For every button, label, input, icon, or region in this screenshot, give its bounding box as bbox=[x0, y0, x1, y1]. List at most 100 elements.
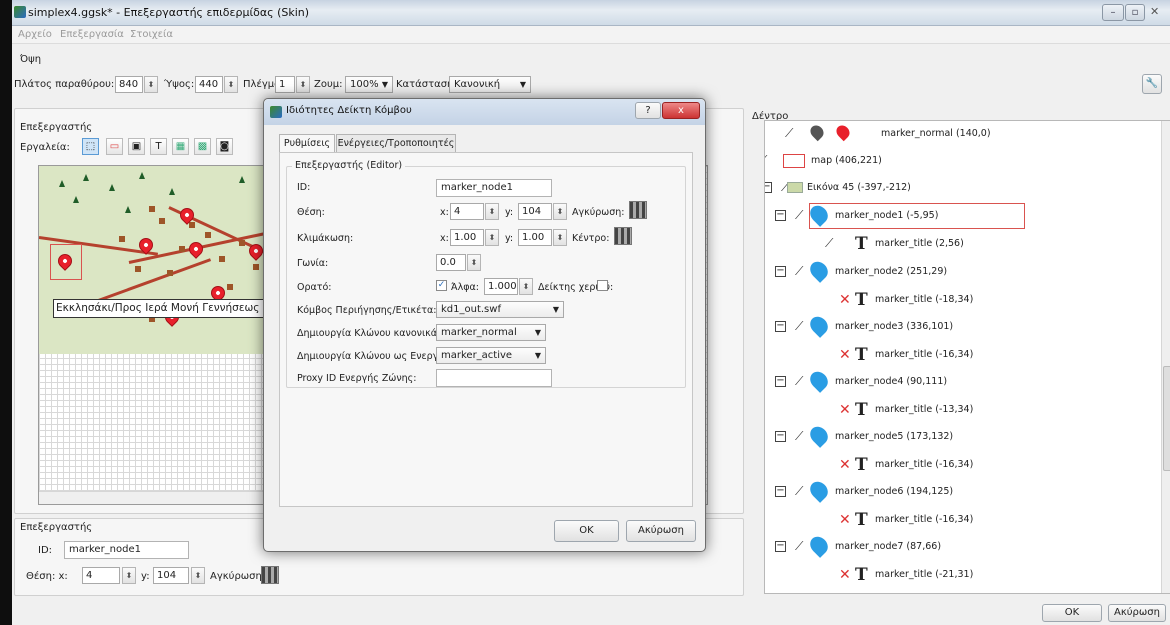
nav-select[interactable]: kd1_out.swf ▼ bbox=[436, 301, 564, 318]
tab-settings[interactable]: Ρυθμίσεις bbox=[279, 134, 335, 153]
container-tool-button[interactable]: ▣ bbox=[128, 138, 145, 155]
tree-item-title[interactable]: ✕ Tmarker_title (-13,34) bbox=[765, 401, 1160, 419]
bottom-y-input[interactable]: 104 bbox=[153, 567, 189, 584]
height-input[interactable]: 440 bbox=[195, 76, 223, 93]
clone-normal-select[interactable]: marker_normal ▼ bbox=[436, 324, 546, 341]
scale-x-input[interactable]: 1.00 bbox=[450, 229, 484, 246]
visibility-brush-icon[interactable]: ⟋ bbox=[795, 484, 803, 499]
position-x-stepper[interactable]: ⬍ bbox=[485, 203, 499, 220]
bottom-x-input[interactable]: 4 bbox=[82, 567, 120, 584]
zoom-select[interactable]: 100% ▼ bbox=[345, 76, 393, 93]
hidden-x-icon[interactable]: ✕ bbox=[839, 348, 851, 362]
height-stepper[interactable]: ⬍ bbox=[224, 76, 238, 93]
hidden-x-icon[interactable]: ✕ bbox=[839, 293, 851, 307]
hidden-x-icon[interactable]: ✕ bbox=[839, 458, 851, 472]
anchor-grid-icon[interactable] bbox=[261, 566, 279, 584]
menu-edit[interactable]: Επεξεργασία bbox=[60, 29, 124, 40]
center-grid-icon[interactable] bbox=[614, 227, 632, 245]
tree-item-node[interactable]: − ⟋ marker_node2 (251,29) bbox=[765, 258, 1160, 283]
scale-y-input[interactable]: 1.00 bbox=[518, 229, 552, 246]
position-x-input[interactable]: 4 bbox=[450, 203, 484, 220]
collapse-icon[interactable]: − bbox=[775, 376, 786, 387]
cancel-button[interactable]: Ακύρωση bbox=[1108, 604, 1166, 622]
tree-item-title[interactable]: ✕ Tmarker_title (-18,34) bbox=[765, 291, 1160, 309]
menu-file[interactable]: Αρχείο bbox=[18, 29, 52, 40]
tree-item-title[interactable]: ✕ Tmarker_title (-16,34) bbox=[765, 346, 1160, 364]
alpha-stepper[interactable]: ⬍ bbox=[519, 278, 533, 295]
position-y-stepper[interactable]: ⬍ bbox=[553, 203, 567, 220]
id-input[interactable]: marker_node1 bbox=[436, 179, 552, 197]
bottom-y-stepper[interactable]: ⬍ bbox=[191, 567, 205, 584]
tree-scrollbar[interactable] bbox=[1161, 121, 1170, 593]
anchor-grid-icon[interactable] bbox=[629, 201, 647, 219]
visibility-brush-icon[interactable]: ⟋ bbox=[795, 429, 803, 444]
visibility-brush-icon[interactable]: ⟋ bbox=[825, 236, 833, 251]
tree-item-node[interactable]: − ⟋ marker_node7 (87,66) bbox=[765, 533, 1160, 558]
dialog-close-button[interactable]: x bbox=[662, 102, 700, 119]
visibility-brush-icon[interactable]: ⟋ bbox=[785, 126, 793, 141]
collapse-icon[interactable]: − bbox=[775, 321, 786, 332]
visibility-brush-icon[interactable]: ⟋ bbox=[795, 374, 803, 389]
hidden-x-icon[interactable]: ✕ bbox=[839, 568, 851, 582]
grid-input[interactable]: 1 bbox=[275, 76, 295, 93]
tree-item-node[interactable]: − ⟋ marker_node5 (173,132) bbox=[765, 423, 1160, 448]
rect-tool-button[interactable]: ▭ bbox=[106, 138, 123, 155]
scale-x-stepper[interactable]: ⬍ bbox=[485, 229, 499, 246]
dialog-cancel-button[interactable]: Ακύρωση bbox=[626, 520, 696, 542]
collapse-icon[interactable]: − bbox=[775, 541, 786, 552]
minimize-button[interactable]: – bbox=[1102, 4, 1124, 21]
tree-item-node[interactable]: − ⟋ marker_node6 (194,125) bbox=[765, 478, 1160, 503]
tab-actions[interactable]: Ενέργειες/Τροποποιητές bbox=[336, 134, 456, 153]
proxy-input[interactable] bbox=[436, 369, 552, 387]
angle-stepper[interactable]: ⬍ bbox=[467, 254, 481, 271]
select-tool-button[interactable]: ⬚ bbox=[82, 138, 99, 155]
tree-item-node[interactable]: − ⟋ marker_node3 (336,101) bbox=[765, 313, 1160, 338]
tree-item-title[interactable]: ⟋ Tmarker_title (2,56) bbox=[765, 235, 1160, 253]
tree-item-title[interactable]: ✕ Tmarker_title (-16,34) bbox=[765, 456, 1160, 474]
collapse-icon[interactable]: − bbox=[775, 210, 786, 221]
text-tool-button[interactable]: T bbox=[150, 138, 167, 155]
map-tool-button[interactable]: ▩ bbox=[194, 138, 211, 155]
media-tool-button[interactable]: ◙ bbox=[216, 138, 233, 155]
mode-select[interactable]: Κανονική ▼ bbox=[449, 76, 531, 93]
scale-y-stepper[interactable]: ⬍ bbox=[553, 229, 567, 246]
alpha-input[interactable]: 1.000 bbox=[484, 278, 518, 295]
width-stepper[interactable]: ⬍ bbox=[144, 76, 158, 93]
visibility-brush-icon[interactable]: ⟋ bbox=[765, 153, 767, 168]
collapse-icon[interactable]: − bbox=[775, 431, 786, 442]
tree-item-title[interactable]: ✕ Tmarker_title (-16,34) bbox=[765, 511, 1160, 529]
collapse-icon[interactable]: − bbox=[775, 266, 786, 277]
tree-item[interactable]: ⟋ marker_normal (140,0) bbox=[765, 122, 1160, 143]
clone-active-select[interactable]: marker_active ▼ bbox=[436, 347, 546, 364]
dialog-ok-button[interactable]: OK bbox=[554, 520, 619, 542]
hand-cursor-checkbox[interactable] bbox=[597, 280, 608, 291]
map-marker-3[interactable] bbox=[186, 239, 206, 259]
collapse-icon[interactable]: − bbox=[775, 486, 786, 497]
hidden-x-icon[interactable]: ✕ bbox=[839, 513, 851, 527]
maximize-button[interactable]: ▫ bbox=[1125, 4, 1145, 21]
tree-item-node[interactable]: − ⟋ marker_node4 (90,111) bbox=[765, 368, 1160, 393]
tree-item-title[interactable]: ✕ Tmarker_title (-21,31) bbox=[765, 566, 1160, 584]
tree-scrollbar-thumb[interactable] bbox=[1163, 366, 1170, 471]
visibility-brush-icon[interactable]: ⟋ bbox=[795, 319, 803, 334]
visibility-brush-icon[interactable]: ⟋ bbox=[795, 539, 803, 554]
collapse-icon[interactable]: − bbox=[765, 182, 772, 193]
wrench-icon[interactable]: 🔧 bbox=[1142, 74, 1162, 94]
width-input[interactable]: 840 bbox=[115, 76, 143, 93]
ok-button[interactable]: OK bbox=[1042, 604, 1102, 622]
angle-input[interactable]: 0.0 bbox=[436, 254, 466, 271]
hidden-x-icon[interactable]: ✕ bbox=[839, 403, 851, 417]
grid-stepper[interactable]: ⬍ bbox=[296, 76, 310, 93]
bottom-x-stepper[interactable]: ⬍ bbox=[122, 567, 136, 584]
image-tool-button[interactable]: ▦ bbox=[172, 138, 189, 155]
visibility-brush-icon[interactable]: ⟋ bbox=[795, 264, 803, 279]
close-icon[interactable]: ✕ bbox=[1150, 5, 1159, 18]
tree-item[interactable]: −⟋Εικόνα 45 (-397,-212) bbox=[765, 179, 1160, 197]
help-button[interactable]: ? bbox=[635, 102, 661, 119]
visibility-brush-icon[interactable]: ⟋ bbox=[795, 208, 803, 223]
menu-items[interactable]: Στοιχεία bbox=[130, 29, 173, 40]
visible-checkbox[interactable]: ✓ bbox=[436, 280, 447, 291]
position-y-input[interactable]: 104 bbox=[518, 203, 552, 220]
tree-item[interactable]: −⟋map (406,221) bbox=[765, 152, 1160, 170]
bottom-id-input[interactable]: marker_node1 bbox=[64, 541, 189, 559]
